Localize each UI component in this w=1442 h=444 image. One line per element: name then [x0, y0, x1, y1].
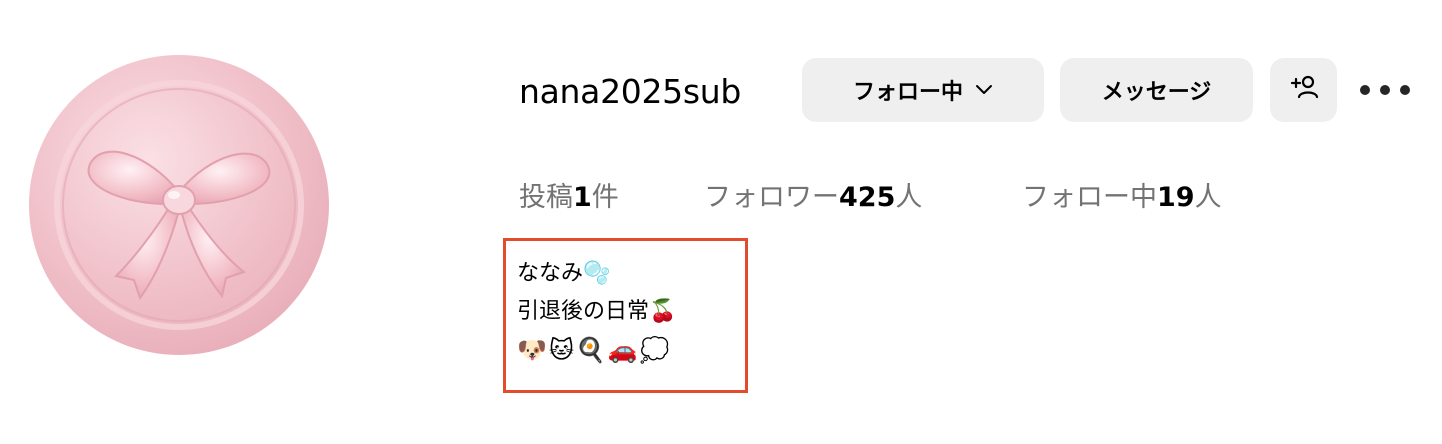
bio-tagline: 引退後の日常🍒: [517, 299, 677, 324]
ribbon-seal-image: [29, 55, 329, 355]
message-button-label: メッセージ: [1101, 80, 1212, 105]
posts-unit: 件: [591, 182, 619, 213]
followers-count[interactable]: フォロワー425人: [704, 178, 922, 218]
add-user-button[interactable]: [1270, 58, 1337, 122]
followers-number: 425: [839, 182, 896, 213]
following-unit: 人: [1194, 182, 1222, 213]
bio-display-name: ななみ🫧: [517, 261, 611, 286]
following-number: 19: [1157, 182, 1195, 213]
profile-username: nana2025sub: [519, 72, 742, 111]
following-button-label: フォロー中: [852, 80, 963, 105]
more-dot: [1380, 85, 1390, 95]
more-dot: [1360, 85, 1370, 95]
chevron-down-icon: [975, 84, 993, 96]
add-user-icon: [1289, 74, 1319, 106]
following-label: フォロー中: [1022, 182, 1157, 213]
message-button[interactable]: メッセージ: [1060, 58, 1253, 122]
posts-number: 1: [573, 182, 592, 213]
followers-unit: 人: [895, 182, 923, 213]
more-options-icon[interactable]: [1360, 74, 1410, 106]
following-button[interactable]: フォロー中: [802, 58, 1044, 122]
posts-label: 投稿: [519, 182, 573, 213]
following-count[interactable]: フォロー中19人: [1022, 178, 1222, 218]
bio-emoji-line: 🐶🐱🍳🚗💭: [517, 336, 672, 364]
more-dot: [1400, 85, 1410, 95]
posts-count: 投稿1件: [519, 178, 619, 218]
followers-label: フォロワー: [704, 182, 839, 213]
profile-avatar[interactable]: [28, 54, 330, 356]
